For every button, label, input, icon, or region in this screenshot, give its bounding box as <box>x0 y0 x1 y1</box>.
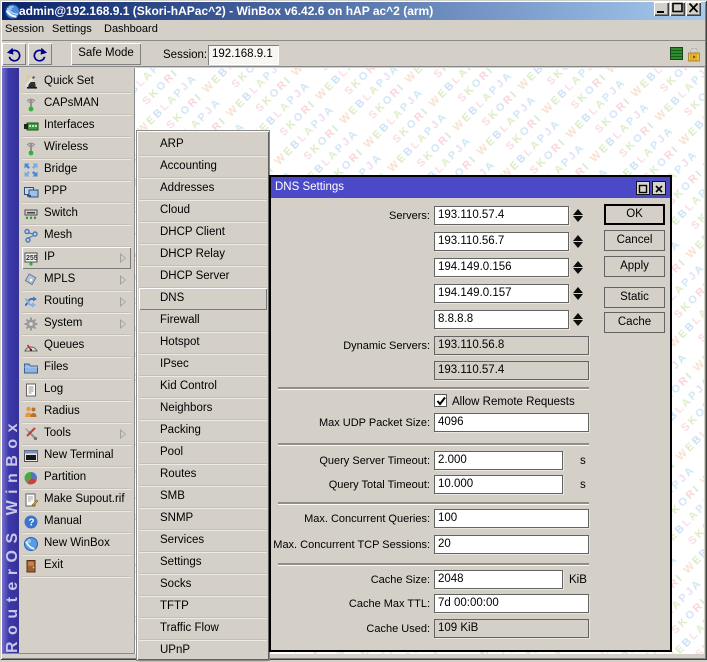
svg-text:255: 255 <box>26 255 38 262</box>
svg-text:?: ? <box>28 518 34 529</box>
